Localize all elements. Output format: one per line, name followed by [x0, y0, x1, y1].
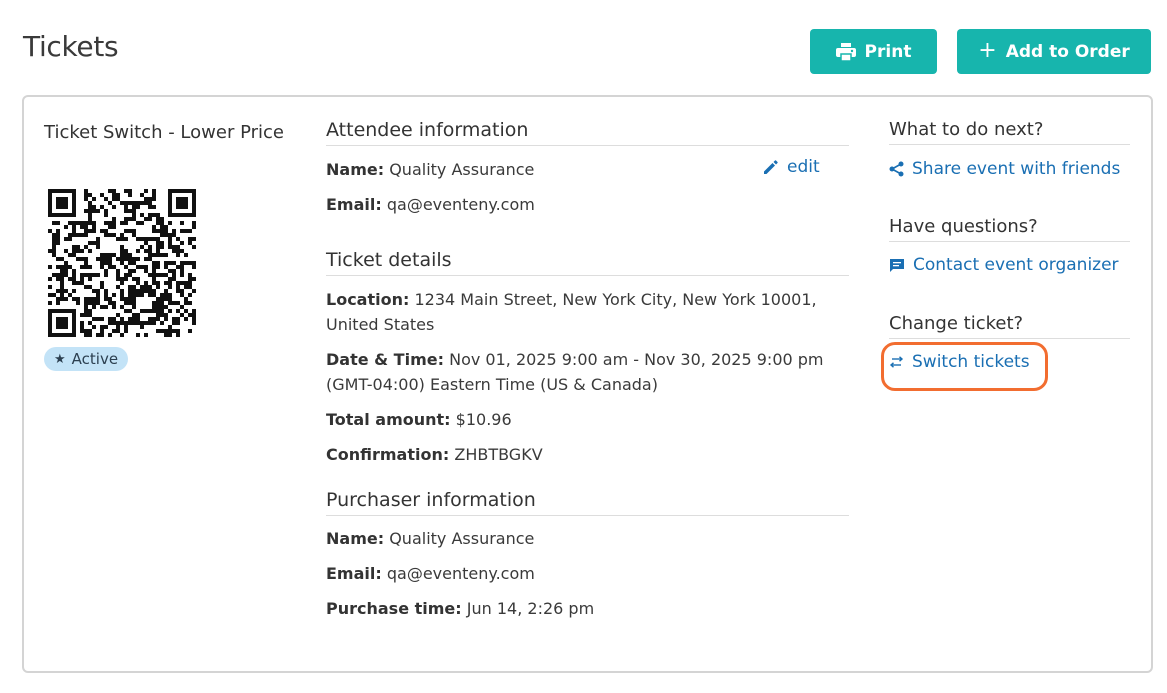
questions-heading: Have questions? — [889, 216, 1130, 242]
location-label: Location: — [326, 290, 410, 309]
total-row: Total amount: $10.96 — [326, 407, 836, 432]
attendee-name-row: Name: Quality Assurance — [326, 157, 836, 182]
edit-label: edit — [787, 157, 820, 177]
print-button[interactable]: Print — [810, 29, 937, 74]
status-label: Active — [71, 350, 119, 368]
change-ticket-heading: Change ticket? — [889, 313, 1130, 339]
swap-arrows-icon — [889, 355, 904, 369]
attendee-heading: Attendee information — [326, 119, 849, 146]
print-label: Print — [864, 41, 912, 62]
datetime-row: Date & Time: Nov 01, 2025 9:00 am - Nov … — [326, 347, 836, 397]
switch-tickets-label: Switch tickets — [912, 352, 1030, 372]
plus-icon: + — [978, 37, 997, 63]
location-row: Location: 1234 Main Street, New York Cit… — [326, 287, 836, 337]
share-label: Share event with friends — [912, 159, 1121, 179]
printer-icon — [835, 42, 856, 61]
attendee-email-label: Email: — [326, 195, 382, 214]
add-to-order-label: Add to Order — [1005, 41, 1130, 62]
message-icon — [889, 257, 905, 273]
page-title: Tickets — [23, 30, 119, 63]
ticket-details-heading: Ticket details — [326, 249, 849, 276]
confirmation-value: ZHBTBGKV — [454, 445, 543, 464]
edit-attendee-link[interactable]: edit — [763, 157, 820, 177]
purchaser-email-label: Email: — [326, 564, 382, 583]
qr-code-icon — [48, 189, 196, 337]
share-event-link[interactable]: Share event with friends — [889, 159, 1120, 179]
purchase-time-label: Purchase time: — [326, 599, 462, 618]
attendee-email-value: qa@eventeny.com — [386, 195, 535, 214]
contact-organizer-link[interactable]: Contact event organizer — [889, 255, 1119, 275]
ticket-name: Ticket Switch - Lower Price — [44, 122, 284, 143]
purchaser-name-label: Name: — [326, 529, 385, 548]
purchaser-heading: Purchaser information — [326, 489, 849, 516]
attendee-name-value: Quality Assurance — [389, 160, 535, 179]
purchaser-email-value: qa@eventeny.com — [386, 564, 535, 583]
status-badge: ★ Active — [44, 347, 129, 371]
purchaser-name-row: Name: Quality Assurance — [326, 526, 836, 551]
attendee-email-row: Email: qa@eventeny.com — [326, 192, 836, 217]
attendee-name-label: Name: — [326, 160, 385, 179]
total-value: $10.96 — [455, 410, 512, 429]
confirmation-label: Confirmation: — [326, 445, 450, 464]
switch-tickets-link[interactable]: Switch tickets — [889, 352, 1030, 372]
purchase-time-row: Purchase time: Jun 14, 2:26 pm — [326, 596, 836, 621]
pencil-icon — [763, 159, 779, 175]
confirmation-row: Confirmation: ZHBTBGKV — [326, 442, 836, 467]
star-icon: ★ — [54, 351, 66, 367]
add-to-order-button[interactable]: + Add to Order — [957, 29, 1151, 74]
next-heading: What to do next? — [889, 119, 1130, 145]
contact-label: Contact event organizer — [913, 255, 1119, 275]
datetime-label: Date & Time: — [326, 350, 444, 369]
purchaser-name-value: Quality Assurance — [389, 529, 535, 548]
share-icon — [889, 161, 904, 177]
purchaser-email-row: Email: qa@eventeny.com — [326, 561, 836, 586]
purchase-time-value: Jun 14, 2:26 pm — [466, 599, 595, 618]
total-label: Total amount: — [326, 410, 451, 429]
